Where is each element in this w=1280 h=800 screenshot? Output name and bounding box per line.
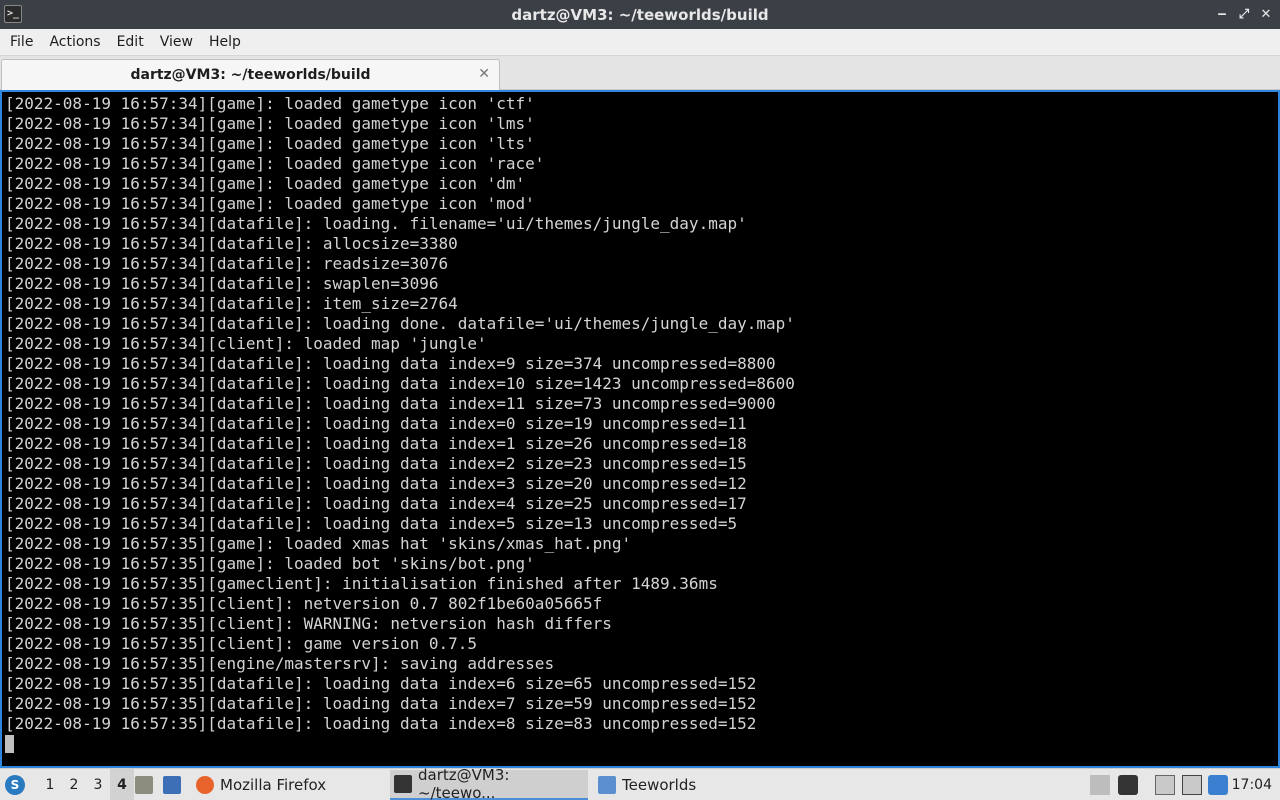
terminal-line: [2022-08-19 16:57:35][game]: loaded bot …	[5, 554, 535, 573]
terminal-line: [2022-08-19 16:57:34][game]: loaded game…	[5, 134, 535, 153]
terminal-line: [2022-08-19 16:57:34][datafile]: loading…	[5, 474, 747, 493]
start-menu-icon[interactable]: S	[5, 775, 25, 795]
terminal-line: [2022-08-19 16:57:34][datafile]: readsiz…	[5, 254, 449, 273]
tray-arrow-icon[interactable]	[1090, 775, 1110, 795]
task-teeworlds[interactable]: Teeworlds	[594, 770, 784, 800]
terminal-lines: [2022-08-19 16:57:34][game]: loaded game…	[5, 94, 795, 753]
terminal-line: [2022-08-19 16:57:34][datafile]: item_si…	[5, 294, 458, 313]
menu-edit[interactable]: Edit	[109, 29, 152, 56]
menu-view[interactable]: View	[152, 29, 201, 56]
task-label: Teeworlds	[622, 776, 697, 794]
terminal-output[interactable]: [2022-08-19 16:57:34][game]: loaded game…	[0, 90, 1280, 768]
terminal-line: [2022-08-19 16:57:35][gameclient]: initi…	[5, 574, 718, 593]
terminal-line: [2022-08-19 16:57:34][datafile]: loading…	[5, 394, 776, 413]
tab-bar: dartz@VM3: ~/teeworlds/build ✕	[0, 56, 1280, 90]
tab-close-icon[interactable]: ✕	[478, 66, 490, 82]
window-controls: ‒ ⤢ ✕	[1216, 0, 1272, 29]
menu-bar: File Actions Edit View Help	[0, 29, 1280, 56]
terminal-line: [2022-08-19 16:57:34][datafile]: loading…	[5, 434, 747, 453]
terminal-line: [2022-08-19 16:57:34][datafile]: loading…	[5, 514, 738, 533]
taskbar: S 1 2 3 4 Mozilla Firefox dartz@VM3: ~/t…	[0, 766, 1280, 800]
window-icon	[598, 776, 616, 794]
task-terminal[interactable]: dartz@VM3: ~/teewo...	[390, 766, 588, 800]
workspace-3[interactable]: 3	[86, 777, 110, 793]
workspace-switcher: 1 2 3 4	[38, 769, 134, 800]
tab-label: dartz@VM3: ~/teeworlds/build	[130, 67, 371, 83]
task-label: Mozilla Firefox	[220, 776, 327, 794]
volume-icon[interactable]	[1118, 775, 1138, 795]
terminal-line: [2022-08-19 16:57:35][datafile]: loading…	[5, 714, 757, 733]
file-manager-icon[interactable]	[135, 776, 153, 794]
tab-terminal[interactable]: dartz@VM3: ~/teeworlds/build ✕	[1, 59, 500, 90]
terminal-icon	[394, 775, 412, 793]
window-title: dartz@VM3: ~/teeworlds/build	[511, 5, 769, 24]
terminal-cursor	[5, 735, 14, 753]
terminal-line: [2022-08-19 16:57:34][game]: loaded game…	[5, 114, 535, 133]
terminal-line: [2022-08-19 16:57:34][datafile]: loading…	[5, 494, 747, 513]
terminal-line: [2022-08-19 16:57:35][game]: loaded xmas…	[5, 534, 632, 553]
terminal-line: [2022-08-19 16:57:35][client]: netversio…	[5, 594, 603, 613]
network-icon[interactable]	[1182, 775, 1202, 795]
close-icon[interactable]: ✕	[1260, 7, 1272, 22]
menu-help[interactable]: Help	[201, 29, 249, 56]
terminal-line: [2022-08-19 16:57:35][client]: game vers…	[5, 634, 478, 653]
menu-file[interactable]: File	[2, 29, 41, 56]
terminal-app-icon: >_	[4, 5, 22, 23]
minimize-icon[interactable]: ‒	[1216, 7, 1228, 22]
terminal-line: [2022-08-19 16:57:35][engine/mastersrv]:…	[5, 654, 555, 673]
menu-actions[interactable]: Actions	[41, 29, 108, 56]
workspace-1[interactable]: 1	[38, 777, 62, 793]
firefox-icon	[196, 776, 214, 794]
show-desktop-icon[interactable]	[163, 776, 181, 794]
terminal-line: [2022-08-19 16:57:34][datafile]: loading…	[5, 214, 747, 233]
terminal-line: [2022-08-19 16:57:34][datafile]: loading…	[5, 314, 795, 333]
notification-icon[interactable]	[1208, 775, 1228, 795]
workspace-2[interactable]: 2	[62, 777, 86, 793]
maximize-icon[interactable]: ⤢	[1238, 7, 1250, 22]
window-titlebar: >_ dartz@VM3: ~/teeworlds/build ‒ ⤢ ✕	[0, 0, 1280, 29]
terminal-line: [2022-08-19 16:57:34][datafile]: loading…	[5, 454, 747, 473]
terminal-line: [2022-08-19 16:57:34][game]: loaded game…	[5, 174, 526, 193]
terminal-line: [2022-08-19 16:57:34][game]: loaded game…	[5, 194, 535, 213]
terminal-line: [2022-08-19 16:57:34][datafile]: swaplen…	[5, 274, 439, 293]
terminal-line: [2022-08-19 16:57:35][datafile]: loading…	[5, 694, 757, 713]
terminal-line: [2022-08-19 16:57:35][datafile]: loading…	[5, 674, 757, 693]
terminal-line: [2022-08-19 16:57:34][datafile]: loading…	[5, 354, 776, 373]
terminal-line: [2022-08-19 16:57:34][game]: loaded game…	[5, 94, 535, 113]
clock: 17:04	[1231, 777, 1272, 793]
workspace-4[interactable]: 4	[110, 769, 134, 800]
task-firefox[interactable]: Mozilla Firefox	[192, 770, 382, 800]
terminal-line: [2022-08-19 16:57:34][datafile]: allocsi…	[5, 234, 458, 253]
task-label: dartz@VM3: ~/teewo...	[418, 766, 510, 800]
terminal-line: [2022-08-19 16:57:34][datafile]: loading…	[5, 414, 747, 433]
terminal-line: [2022-08-19 16:57:35][client]: WARNING: …	[5, 614, 612, 633]
terminal-line: [2022-08-19 16:57:34][client]: loaded ma…	[5, 334, 487, 353]
terminal-line: [2022-08-19 16:57:34][game]: loaded game…	[5, 154, 545, 173]
terminal-line: [2022-08-19 16:57:34][datafile]: loading…	[5, 374, 795, 393]
clipboard-icon[interactable]	[1155, 775, 1175, 795]
